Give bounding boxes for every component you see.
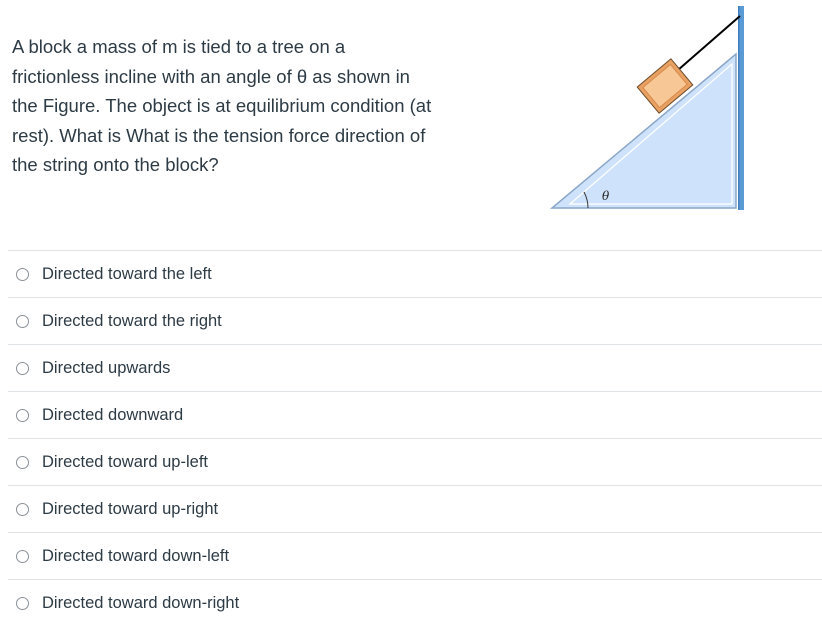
radio-button[interactable] bbox=[16, 361, 29, 375]
question-text: A block a mass of m is tied to a tree on… bbox=[12, 36, 432, 175]
answer-option[interactable]: Directed toward down-left bbox=[8, 532, 822, 579]
answer-option[interactable]: Directed toward up-right bbox=[8, 485, 822, 532]
answer-option[interactable]: Directed toward down-right bbox=[8, 579, 822, 626]
answer-label: Directed toward up-right bbox=[42, 499, 219, 518]
radio-button[interactable] bbox=[16, 408, 29, 422]
answer-option[interactable]: Directed toward up-left bbox=[8, 438, 822, 485]
radio-button[interactable] bbox=[16, 455, 29, 469]
answer-label: Directed toward the left bbox=[42, 264, 212, 283]
answer-label: Directed toward the right bbox=[42, 311, 222, 330]
incline-figure: θ bbox=[549, 6, 744, 210]
answer-label: Directed upwards bbox=[42, 358, 171, 377]
answer-label: Directed toward up-left bbox=[42, 452, 208, 471]
answer-label: Directed toward down-left bbox=[42, 546, 230, 565]
angle-label: θ bbox=[602, 189, 610, 203]
incline-triangle bbox=[549, 52, 737, 209]
radio-button[interactable] bbox=[16, 549, 29, 563]
answer-list: Directed toward the left Directed toward… bbox=[8, 250, 822, 626]
radio-button[interactable] bbox=[16, 267, 29, 281]
answer-label: Directed toward down-right bbox=[42, 593, 240, 612]
radio-button[interactable] bbox=[16, 314, 29, 328]
answer-option[interactable]: Directed toward the left bbox=[8, 250, 822, 297]
answer-option[interactable]: Directed toward the right bbox=[8, 297, 822, 344]
answer-option[interactable]: Directed upwards bbox=[8, 344, 822, 391]
answer-option[interactable]: Directed downward bbox=[8, 391, 822, 438]
radio-button[interactable] bbox=[16, 596, 29, 610]
answer-label: Directed downward bbox=[42, 405, 184, 424]
radio-button[interactable] bbox=[16, 502, 29, 516]
